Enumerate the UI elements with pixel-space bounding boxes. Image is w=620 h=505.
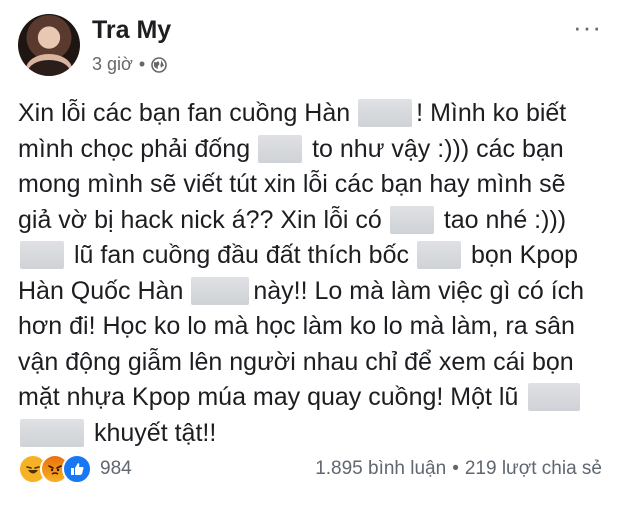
- text-line: vận động giẫm lên người nhau chỉ để xem …: [18, 347, 574, 376]
- text-line: khuyết tật!!: [18, 416, 608, 452]
- text-line: mong mình sẽ viết tút xin lỗi các bạn ha…: [18, 170, 566, 198]
- more-options-icon[interactable]: ···: [573, 14, 602, 40]
- text-line: Hàn Quốc Hàn này!! Lo mà làm việc gì có í…: [18, 276, 585, 305]
- censor-block: [358, 99, 413, 127]
- censor-block: [528, 383, 581, 411]
- reactions-summary[interactable]: 984: [18, 454, 132, 484]
- engagement-stats: 1.895 bình luận • 219 lượt chia sẻ: [315, 458, 602, 480]
- censor-block: [389, 205, 434, 234]
- author-avatar[interactable]: [18, 14, 80, 76]
- text-line: Xin lỗi các bạn fan cuồng Hàn! Mình ko b…: [18, 99, 567, 127]
- censor-block: [416, 241, 461, 269]
- facebook-post: Tra My 3 giờ • ··· Xin lỗi các bạn fan c…: [0, 0, 620, 505]
- censor-block: [20, 241, 64, 269]
- post-time[interactable]: 3 giờ: [92, 54, 133, 75]
- text-line: lũ fan cuồng đầu đất thích bốc bọn Kpop: [18, 238, 608, 274]
- text-line: hơn đi! Học ko lo mà học làm ko lo mà là…: [18, 312, 575, 340]
- censor-block: [20, 418, 84, 447]
- comment-count[interactable]: 1.895 bình luận: [315, 458, 446, 480]
- censor-block: [258, 134, 303, 163]
- like-icon: [62, 454, 92, 484]
- post-text: Xin lỗi các bạn fan cuồng Hàn! Mình ko b…: [18, 96, 608, 451]
- censor-block: [191, 276, 250, 305]
- text-line: giả vờ bị hack nick á?? Xin lỗi có tao nh…: [18, 205, 567, 234]
- post-footer: 984 1.895 bình luận • 219 lượt chia sẻ: [0, 448, 620, 488]
- globe-icon[interactable]: [151, 56, 167, 73]
- meta-separator: •: [138, 54, 146, 74]
- share-count[interactable]: 219 lượt chia sẻ: [465, 458, 602, 480]
- stats-separator: •: [452, 458, 459, 479]
- author-name[interactable]: Tra My: [92, 16, 171, 45]
- text-line: mình chọc phải đống to như vậy :))) các b…: [18, 134, 564, 163]
- text-line: mặt nhựa Kpop múa may quay cuồng! Một lũ: [18, 380, 608, 416]
- reaction-count: 984: [100, 458, 132, 479]
- post-meta: 3 giờ •: [92, 54, 167, 75]
